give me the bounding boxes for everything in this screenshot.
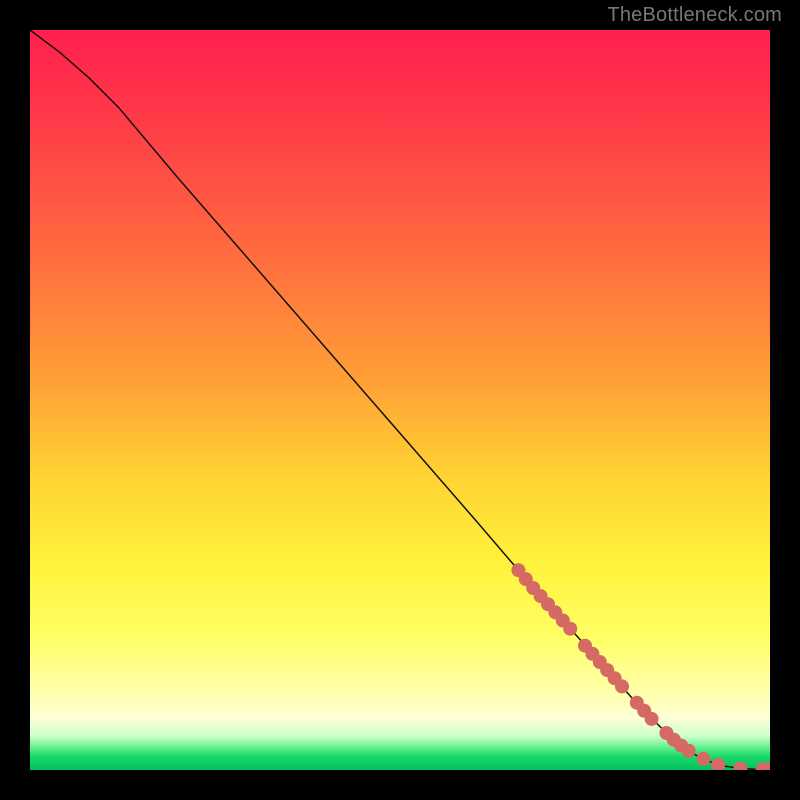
marker-dot	[696, 752, 710, 766]
plot-area	[30, 30, 770, 770]
watermark-text: TheBottleneck.com	[607, 4, 782, 27]
marker-dot	[711, 758, 725, 770]
marker-dot	[563, 622, 577, 636]
marker-dots	[511, 563, 770, 770]
marker-dot	[733, 762, 747, 771]
marker-dot	[615, 679, 629, 693]
marker-dot	[645, 712, 659, 726]
chart-svg	[30, 30, 770, 770]
chart-frame: TheBottleneck.com	[0, 0, 800, 800]
marker-dot	[682, 744, 696, 758]
bottleneck-curve	[30, 30, 770, 769]
